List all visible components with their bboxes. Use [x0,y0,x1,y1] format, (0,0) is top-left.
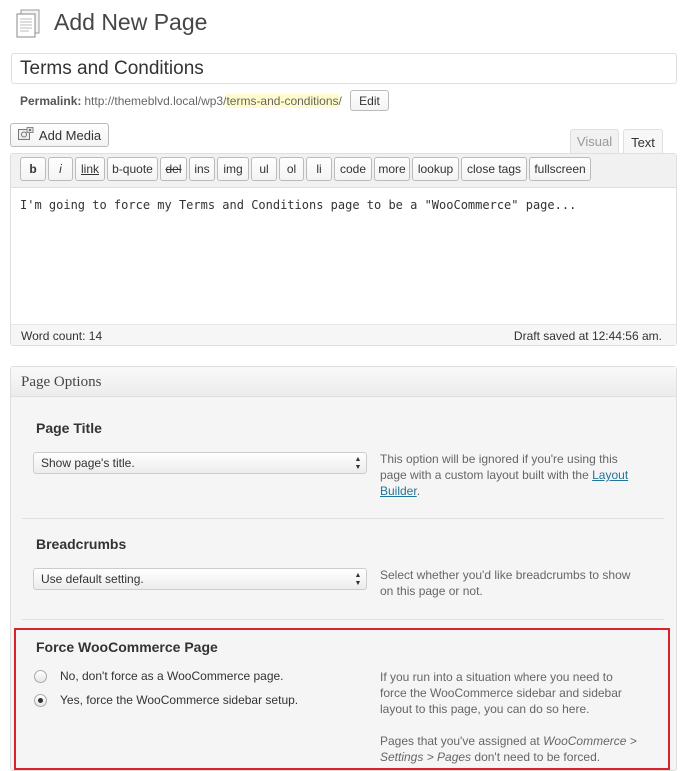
select-arrows-icon: ▲ ▼ [354,455,362,471]
breadcrumbs-select[interactable]: Use default setting. ▲ ▼ [33,568,367,590]
add-media-label: Add Media [38,127,102,143]
force-woo-option-yes-label: Yes, force the WooCommerce sidebar setup… [60,693,299,707]
qt-bquote-button[interactable]: b-quote [107,157,158,181]
word-count: Word count: 14 [21,329,103,343]
permalink: Permalink: http://themeblvd.local/wp3/te… [20,93,342,109]
radio-no[interactable] [34,669,47,683]
page-title-description: This option will be ignored if you're us… [380,451,640,499]
select-arrows-icon: ▲ ▼ [354,571,362,587]
permalink-base: http://themeblvd.local/wp3/ [84,94,227,108]
force-woo-note-a: Pages that you've assigned at [380,734,544,748]
page-title-heading: Page Title [36,420,102,436]
editor-status-bar: Word count: 14 Draft saved at 12:44:56 a… [11,324,676,345]
tab-text[interactable]: Text [623,129,663,154]
qt-lookup-button[interactable]: lookup [412,157,459,181]
force-woo-note: Pages that you've assigned at WooCommerc… [380,733,642,765]
radio-yes[interactable] [34,693,47,707]
qt-link-button[interactable]: link [75,157,105,181]
page-title-desc-end: . [416,484,421,498]
section-divider [22,619,664,620]
qt-fullscreen-button[interactable]: fullscreen [529,157,591,181]
qt-more-button[interactable]: more [374,157,410,181]
page-options-header[interactable] [11,367,676,397]
page-title-select[interactable]: Show page's title. ▲ ▼ [33,452,367,474]
force-woo-heading: Force WooCommerce Page [36,639,218,655]
qt-bold-button[interactable]: b [20,157,46,181]
page-title-desc-text: This option will be ignored if you're us… [380,452,618,482]
force-woo-note-b: don't need to be forced. [471,750,601,764]
breadcrumbs-selected: Use default setting. [41,572,144,586]
qt-li-button[interactable]: li [306,157,332,181]
force-woo-option-no-label: No, don't force as a WooCommerce page. [60,669,284,683]
qt-code-button[interactable]: code [334,157,372,181]
media-icon [17,126,34,144]
page-title: Add New Page [54,9,208,35]
qt-ol-button[interactable]: ol [279,157,304,181]
permalink-end: / [338,94,342,108]
page-title-selected: Show page's title. [41,456,135,470]
editor-content[interactable]: I'm going to force my Terms and Conditio… [20,198,576,212]
page-options-title: Page Options [21,374,102,390]
add-media-button[interactable]: Add Media [10,123,109,147]
force-woo-option-yes[interactable]: Yes, force the WooCommerce sidebar setup… [34,693,298,707]
permalink-slug[interactable]: terms-and-conditions [226,94,339,108]
qt-close-tags-button[interactable]: close tags [461,157,527,181]
draft-saved-status: Draft saved at 12:44:56 am. [513,329,662,343]
pages-icon [13,8,43,40]
post-title-input[interactable] [11,53,677,84]
breadcrumbs-description: Select whether you'd like breadcrumbs to… [380,568,631,598]
breadcrumbs-heading: Breadcrumbs [36,536,127,552]
qt-italic-button[interactable]: i [48,157,73,181]
qt-del-button[interactable]: del [160,157,187,181]
qt-img-button[interactable]: img [217,157,249,181]
edit-permalink-button[interactable]: Edit [350,90,389,111]
section-divider [22,518,664,519]
qt-ul-button[interactable]: ul [251,157,277,181]
force-woo-description: If you run into a situation where you ne… [380,670,622,716]
force-woo-option-no[interactable]: No, don't force as a WooCommerce page. [34,669,284,683]
permalink-label: Permalink: [20,94,82,108]
qt-ins-button[interactable]: ins [189,157,215,181]
tab-visual[interactable]: Visual [570,129,619,153]
